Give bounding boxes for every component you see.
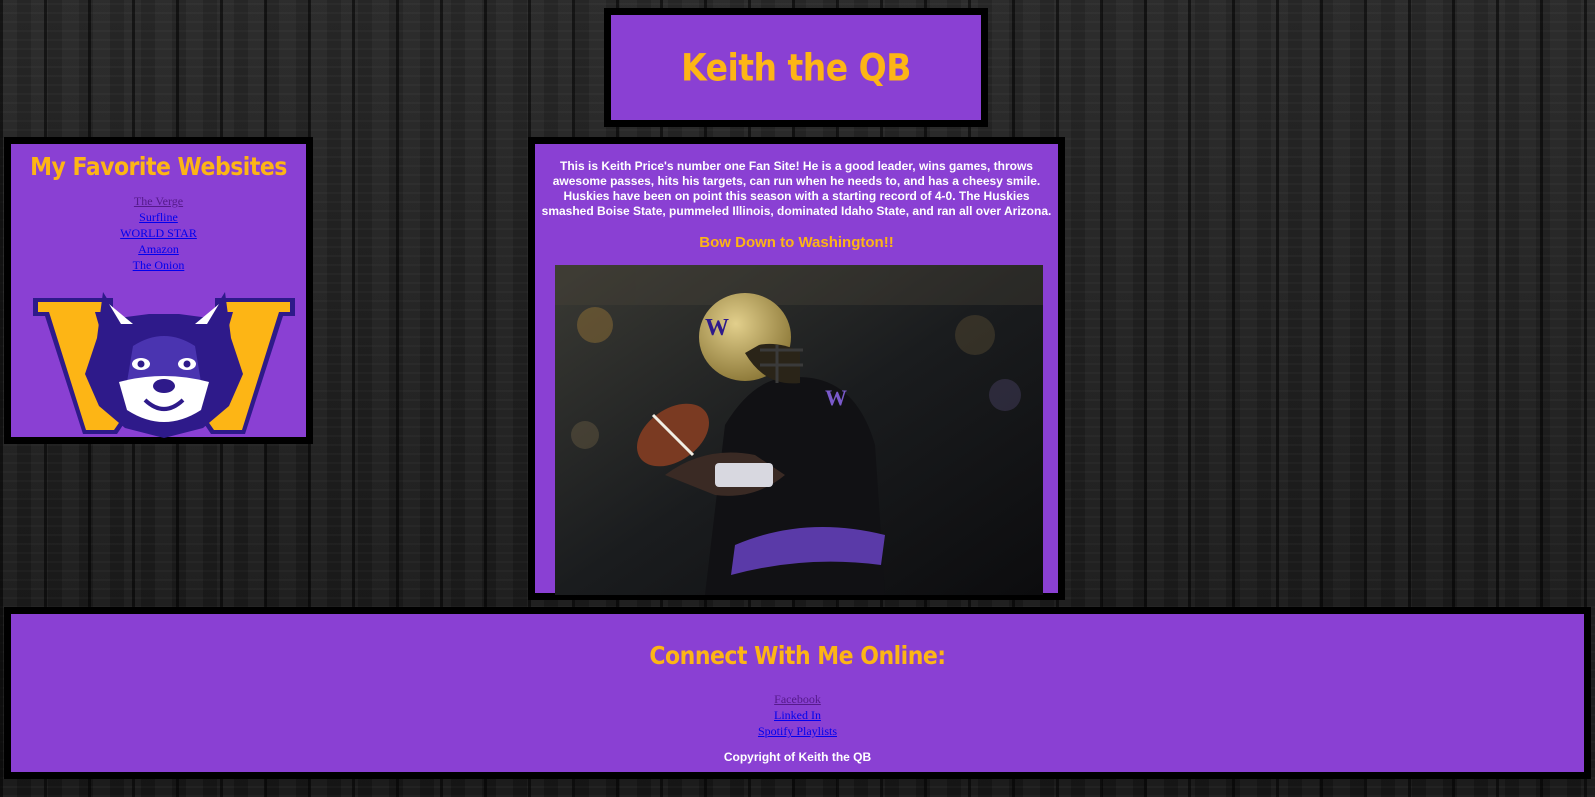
- intro-text: This is Keith Price's number one Fan Sit…: [541, 159, 1052, 218]
- link-the-onion[interactable]: The Onion: [133, 257, 185, 273]
- husky-w-logo-icon: [33, 292, 295, 438]
- link-linked-in[interactable]: Linked In: [774, 707, 821, 723]
- svg-text:W: W: [825, 385, 847, 410]
- svg-text:W: W: [705, 315, 729, 341]
- site-title: Keith the QB: [681, 45, 911, 90]
- tagline: Bow Down to Washington!!: [699, 234, 894, 251]
- link-surfline[interactable]: Surfline: [139, 209, 178, 225]
- main-content: This is Keith Price's number one Fan Sit…: [528, 137, 1065, 600]
- link-world-star[interactable]: WORLD STAR: [120, 225, 197, 241]
- link-the-verge[interactable]: The Verge: [134, 193, 183, 209]
- favorites-link-list: The Verge Surfline WORLD STAR Amazon The…: [11, 193, 306, 273]
- sidebar-heading: My Favorite Websites: [30, 153, 287, 182]
- link-facebook[interactable]: Facebook: [774, 691, 821, 707]
- link-amazon[interactable]: Amazon: [138, 241, 179, 257]
- footer: Connect With Me Online: Facebook Linked …: [4, 607, 1591, 779]
- link-spotify-playlists[interactable]: Spotify Playlists: [758, 723, 837, 739]
- social-link-list: Facebook Linked In Spotify Playlists: [11, 691, 1584, 739]
- quarterback-photo: W W: [555, 265, 1043, 595]
- header-banner: Keith the QB: [604, 8, 988, 127]
- footer-heading: Connect With Me Online:: [649, 642, 946, 671]
- copyright-text: Copyright of Keith the QB: [723, 750, 872, 764]
- favorites-sidebar: My Favorite Websites The Verge Surfline …: [4, 137, 313, 444]
